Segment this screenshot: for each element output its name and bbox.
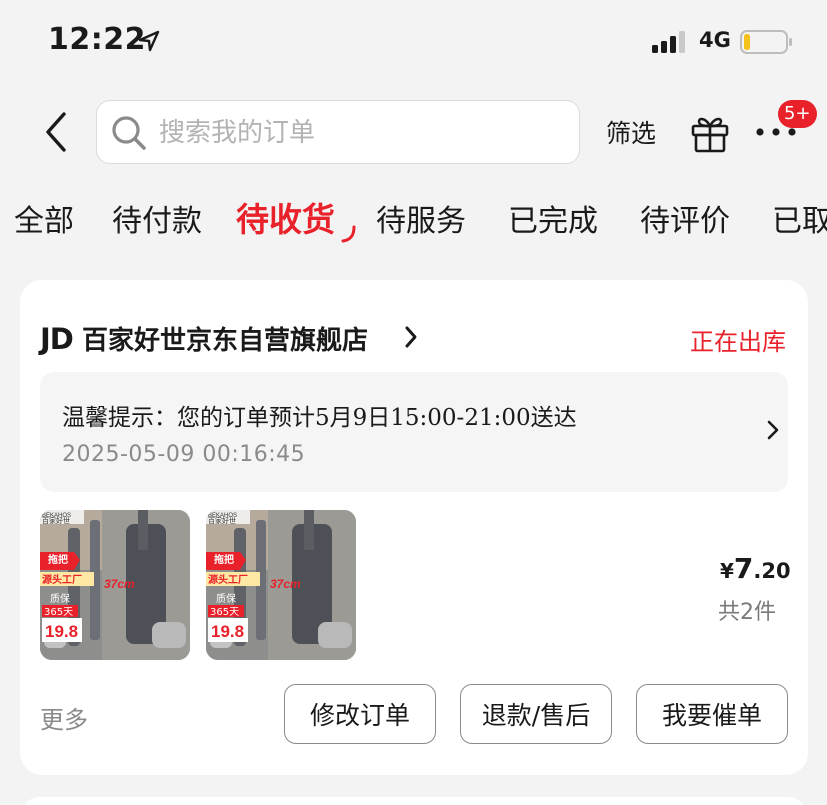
status-time: 12:22 bbox=[48, 22, 146, 57]
delivery-notice[interactable]: 温馨提示：您的订单预计5月9日15:00-21:00送达 2025-05-09 … bbox=[40, 372, 788, 492]
product-size: 37cm bbox=[104, 577, 135, 591]
price-integer: 7 bbox=[733, 552, 754, 585]
product-warranty-1: 质保 bbox=[216, 592, 236, 605]
search-icon bbox=[112, 116, 146, 150]
more-link[interactable]: 更多 bbox=[40, 700, 88, 735]
chevron-right-icon[interactable] bbox=[402, 324, 420, 350]
product-thumbnail[interactable]: BEKAHOS 百家好世 拖把 源头工厂 37cm 质保 365天 19.8 bbox=[206, 510, 356, 660]
location-arrow-icon bbox=[138, 30, 160, 52]
delivery-notice-text: 温馨提示：您的订单预计5月9日15:00-21:00送达 bbox=[62, 405, 577, 431]
back-arrow-icon[interactable] bbox=[38, 110, 76, 154]
product-brand-cn: 百家好世 bbox=[208, 516, 236, 525]
tab-cancelled[interactable]: 已取 bbox=[772, 196, 827, 240]
product-brand-cn: 百家好世 bbox=[42, 516, 70, 525]
battery-icon bbox=[740, 30, 792, 54]
order-card[interactable]: JD 百家好世京东自营旗舰店 正在出库 温馨提示：您的订单预计5月9日15:00… bbox=[20, 280, 808, 775]
price-currency: ¥ bbox=[720, 559, 734, 583]
tab-pending-review[interactable]: 待评价 bbox=[640, 196, 730, 240]
urge-order-button[interactable]: 我要催单 bbox=[636, 684, 788, 744]
active-tab-indicator bbox=[341, 225, 356, 243]
price-decimal: .20 bbox=[753, 559, 791, 583]
tab-pending-payment[interactable]: 待付款 bbox=[112, 196, 202, 240]
product-price-tag: 19.8 bbox=[211, 622, 244, 641]
order-tabs: 全部 待付款 待收货 待服务 已完成 待评价 已取 bbox=[0, 188, 827, 248]
filter-button[interactable]: 筛选 bbox=[606, 114, 656, 150]
search-input[interactable] bbox=[159, 113, 559, 153]
tab-all[interactable]: 全部 bbox=[14, 196, 74, 240]
network-type: 4G bbox=[699, 28, 731, 52]
store-name[interactable]: 百家好世京东自营旗舰店 bbox=[82, 320, 368, 357]
order-status: 正在出库 bbox=[690, 328, 786, 356]
product-thumbnail[interactable]: BEKAHOS 百家好世 拖把 源头工厂 37cm 质保 365天 19.8 bbox=[40, 510, 190, 660]
tab-pending-service[interactable]: 待服务 bbox=[376, 196, 466, 240]
product-promo-2: 源头工厂 bbox=[42, 573, 82, 586]
item-count: 共2件 bbox=[718, 600, 776, 625]
delivery-notice-time: 2025-05-09 00:16:45 bbox=[62, 442, 306, 467]
order-price: ¥7.20 bbox=[720, 552, 791, 585]
product-warranty-2: 365天 bbox=[44, 607, 73, 618]
notification-badge: 5+ bbox=[778, 100, 817, 128]
product-size: 37cm bbox=[270, 577, 301, 591]
product-promo-1: 拖把 bbox=[48, 553, 68, 566]
next-order-card[interactable] bbox=[20, 797, 808, 805]
product-promo-1: 拖把 bbox=[214, 553, 234, 566]
gift-icon[interactable] bbox=[688, 110, 732, 154]
product-warranty-2: 365天 bbox=[210, 607, 239, 618]
modify-order-button[interactable]: 修改订单 bbox=[284, 684, 436, 744]
status-bar: 12:22 4G bbox=[0, 0, 827, 84]
product-warranty-1: 质保 bbox=[50, 592, 70, 605]
tab-pending-receipt[interactable]: 待收货 bbox=[236, 193, 335, 241]
search-box[interactable] bbox=[96, 100, 580, 164]
chevron-right-icon bbox=[767, 420, 779, 440]
product-price-tag: 19.8 bbox=[45, 622, 78, 641]
signal-bars-icon bbox=[652, 31, 685, 53]
refund-aftersale-button[interactable]: 退款/售后 bbox=[460, 684, 612, 744]
jd-logo: JD bbox=[40, 322, 74, 356]
tab-completed[interactable]: 已完成 bbox=[508, 196, 598, 240]
product-promo-2: 源头工厂 bbox=[208, 573, 248, 586]
